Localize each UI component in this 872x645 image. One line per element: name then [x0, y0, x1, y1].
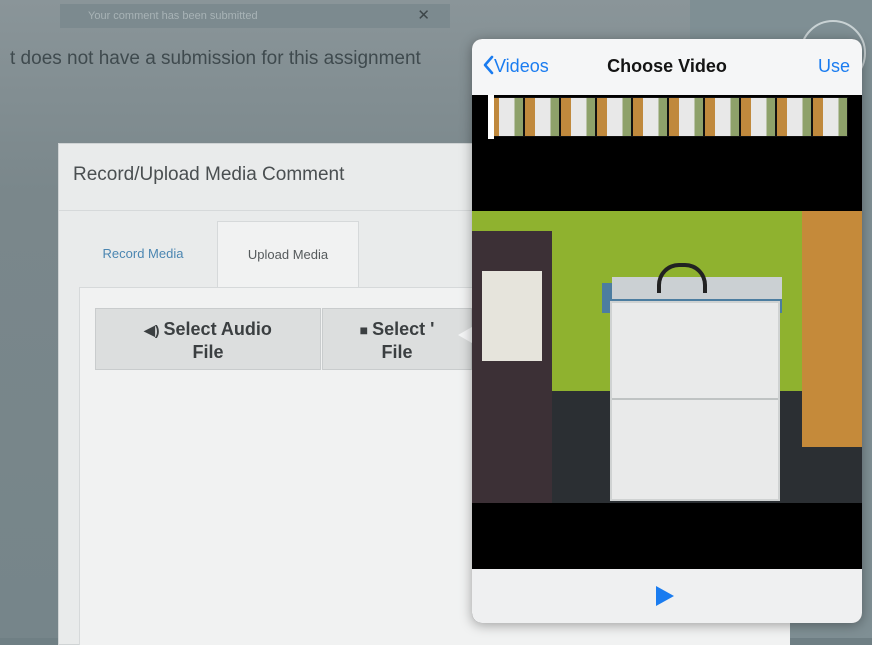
frame-thumb: [561, 98, 595, 136]
tab-upload-media[interactable]: Upload Media: [217, 221, 359, 288]
use-button[interactable]: Use: [818, 56, 850, 77]
frame-thumb: [597, 98, 631, 136]
toast-text: Your comment has been submitted: [88, 10, 258, 22]
scrubber-handle[interactable]: [488, 95, 494, 139]
audio-label-line1: Select Audio: [163, 319, 272, 339]
preview-drawer-line: [612, 398, 778, 400]
frame-thumb: [705, 98, 739, 136]
video-scrubber[interactable]: [488, 97, 848, 137]
dialog-title: Record/Upload Media Comment: [73, 164, 345, 185]
frame-thumb: [489, 98, 523, 136]
picker-footer: [472, 569, 862, 623]
no-submission-message: t does not have a submission for this as…: [10, 48, 421, 69]
frame-thumb: [741, 98, 775, 136]
audio-label-line2: File: [192, 342, 224, 362]
frame-thumb: [813, 98, 847, 136]
preview-door: [802, 211, 862, 447]
picker-title: Choose Video: [607, 56, 727, 76]
video-preview[interactable]: [472, 211, 862, 503]
video-label-line2: File: [381, 342, 413, 362]
preview-cabinet: [610, 301, 780, 501]
play-icon[interactable]: [656, 586, 674, 606]
camera-icon: ■: [359, 322, 369, 338]
speaker-icon: ◀): [144, 322, 160, 338]
submitted-toast: Your comment has been submitted ✕: [60, 4, 450, 28]
popover-arrow: [458, 327, 472, 343]
video-label-line1: Select ': [372, 319, 435, 339]
select-audio-file-button[interactable]: ◀) Select Audio File: [95, 308, 321, 370]
picker-header: Videos Choose Video Use: [472, 39, 862, 95]
frame-thumb: [525, 98, 559, 136]
preview-headphones: [657, 263, 707, 293]
frame-thumb: [633, 98, 667, 136]
frame-thumb: [777, 98, 811, 136]
close-icon[interactable]: ✕: [417, 4, 430, 28]
choose-video-popover: Videos Choose Video Use: [472, 39, 862, 623]
frame-thumb: [669, 98, 703, 136]
preview-cloth: [482, 271, 542, 361]
select-video-file-button[interactable]: ■ Select ' File: [322, 308, 472, 370]
tab-record-media[interactable]: Record Media: [83, 221, 203, 287]
